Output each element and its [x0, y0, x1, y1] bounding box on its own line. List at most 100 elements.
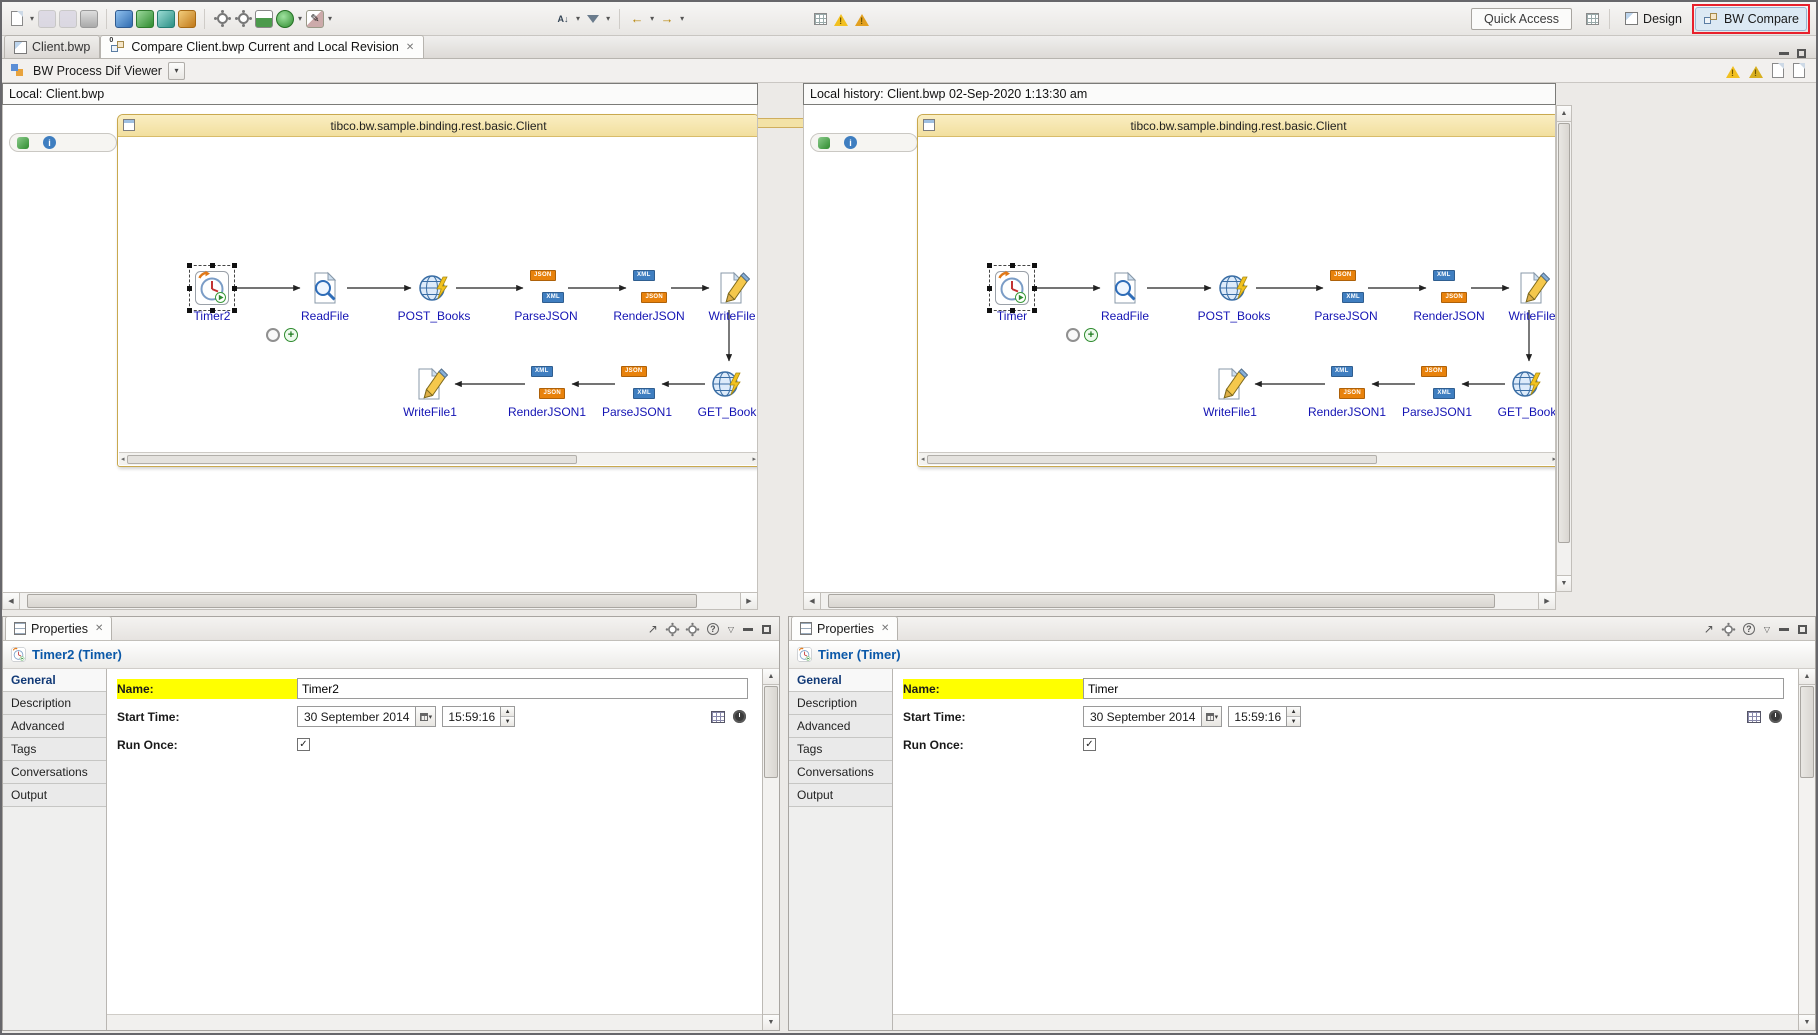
activity-node-parsejson1[interactable]: JSONXML ParseJSON1 — [1395, 366, 1479, 419]
forward-icon[interactable]: → — [658, 10, 676, 28]
scroll-up-icon[interactable]: ▲ — [763, 669, 779, 685]
activity-node-writefile1[interactable]: WriteFile1 — [388, 366, 472, 419]
minimize-icon[interactable] — [743, 628, 753, 631]
activity-node-post-books[interactable]: POST_Books — [392, 270, 476, 323]
section-advanced[interactable]: Advanced — [3, 715, 106, 738]
scroll-left-icon[interactable]: ◀ — [804, 593, 821, 609]
name-input[interactable] — [297, 678, 748, 699]
process-title-bar[interactable]: tibco.bw.sample.binding.rest.basic.Clien… — [118, 115, 758, 137]
help-icon[interactable]: ? — [707, 623, 719, 635]
scrollbar-thumb[interactable] — [927, 455, 1378, 464]
design-perspective-button[interactable]: Design — [1618, 7, 1689, 31]
section-conversations[interactable]: Conversations — [3, 761, 106, 784]
bw-compare-perspective-button[interactable]: BW Compare — [1695, 7, 1807, 31]
name-input[interactable] — [1083, 678, 1784, 699]
maximize-icon[interactable] — [762, 625, 771, 634]
section-output[interactable]: Output — [789, 784, 892, 807]
coverage-chart-icon[interactable] — [255, 10, 273, 28]
problems-marker-icon[interactable] — [853, 10, 871, 28]
forward-dropdown-icon[interactable]: ▾ — [680, 14, 684, 23]
new-wizard-dropdown-icon[interactable]: ▾ — [30, 14, 34, 23]
activity-node-timer[interactable]: Timer — [970, 270, 1054, 323]
preferences-gear-icon[interactable] — [213, 10, 231, 28]
new-bw-module-icon[interactable] — [136, 10, 154, 28]
activity-node-post-books[interactable]: POST_Books — [1192, 270, 1276, 323]
activity-node-parsejson[interactable]: JSONXML ParseJSON — [1304, 270, 1388, 323]
sort-dropdown-icon[interactable]: ▾ — [576, 14, 580, 23]
view-menu-icon[interactable]: ▽ — [728, 625, 734, 634]
spin-up-icon[interactable]: ▲ — [1287, 707, 1300, 717]
process-title-bar[interactable]: tibco.bw.sample.binding.rest.basic.Clien… — [918, 115, 1556, 137]
scrollbar-track[interactable] — [1799, 685, 1815, 1014]
section-general[interactable]: General — [3, 669, 106, 692]
scroll-up-icon[interactable]: ▲ — [1799, 669, 1815, 685]
activity-node-readfile[interactable]: ReadFile — [283, 270, 367, 323]
save-icon[interactable] — [38, 10, 56, 28]
detach-view-icon[interactable]: ↗ — [1704, 622, 1714, 636]
run-dropdown-icon[interactable]: ▾ — [298, 14, 302, 23]
activity-node-get-book[interactable]: GET_Book — [1485, 366, 1556, 419]
minimize-icon[interactable] — [1779, 52, 1789, 55]
warning-marker-icon[interactable] — [832, 10, 850, 28]
time-spinner[interactable]: 15:59:16 ▲▼ — [442, 706, 515, 727]
next-difference-icon[interactable] — [1726, 59, 1740, 78]
import-icon[interactable] — [178, 10, 196, 28]
link-decorator-icon[interactable] — [1066, 328, 1080, 342]
activity-node-get-book[interactable]: GET_Book — [685, 366, 758, 419]
external-tools-gear-icon[interactable] — [234, 10, 252, 28]
spin-up-icon[interactable]: ▲ — [501, 707, 514, 717]
scrollbar-track[interactable] — [821, 593, 1538, 609]
section-description[interactable]: Description — [789, 692, 892, 715]
filter-icon[interactable] — [584, 10, 602, 28]
scrollbar-thumb[interactable] — [828, 594, 1495, 608]
maximize-icon[interactable] — [1797, 49, 1806, 58]
scroll-right-icon[interactable]: ▸ — [1552, 455, 1556, 463]
maximize-icon[interactable] — [1798, 625, 1807, 634]
back-dropdown-icon[interactable]: ▾ — [650, 14, 654, 23]
run-once-checkbox[interactable]: ✓ — [297, 738, 310, 751]
scrollbar-thumb[interactable] — [764, 686, 778, 778]
activity-node-readfile[interactable]: ReadFile — [1083, 270, 1167, 323]
print-icon[interactable] — [80, 10, 98, 28]
scroll-right-icon[interactable]: ▶ — [740, 593, 757, 609]
activity-node-renderjson[interactable]: XMLJSON RenderJSON — [1407, 270, 1491, 323]
clock-icon[interactable] — [733, 710, 746, 723]
scrollbar-thumb[interactable] — [1558, 123, 1570, 543]
calendar-dropdown-button[interactable]: ▾ — [1201, 707, 1221, 726]
activity-node-timer[interactable]: Timer2 — [170, 270, 254, 323]
history-diagram-pane[interactable]: i tibco.bw.sample.binding.rest.basic.Cli… — [803, 105, 1556, 592]
process-canvas[interactable]: Timer2 ReadFile POST_Books JSONXML Parse… — [118, 137, 758, 454]
left-horizontal-scrollbar[interactable]: ◀ ▶ — [2, 592, 758, 610]
view-menu-icon[interactable]: ▽ — [1764, 625, 1770, 634]
sort-icon[interactable]: A↓ — [554, 10, 572, 28]
activity-node-writefile1[interactable]: WriteFile1 — [1188, 366, 1272, 419]
link-editor-icon[interactable] — [688, 625, 697, 634]
properties-tab[interactable]: Properties ✕ — [791, 616, 898, 640]
scrollbar-track[interactable] — [20, 593, 740, 609]
close-icon[interactable]: ✕ — [881, 623, 889, 634]
viewer-dropdown-button[interactable]: ▾ — [168, 62, 185, 80]
copy-all-right-to-left-icon[interactable] — [1793, 63, 1805, 78]
close-icon[interactable]: ✕ — [95, 623, 103, 634]
module-property-icon[interactable] — [1747, 711, 1761, 723]
scroll-left-icon[interactable]: ◂ — [921, 455, 925, 463]
compare-vertical-scrollbar[interactable]: ▲ ▼ — [1556, 105, 1572, 592]
link-decorator-icon[interactable] — [266, 328, 280, 342]
perspective-grid-icon[interactable] — [1583, 10, 1601, 28]
right-horizontal-scrollbar[interactable]: ◀ ▶ — [803, 592, 1556, 610]
date-picker[interactable]: 30 September 2014 ▾ — [1083, 706, 1222, 727]
scroll-right-icon[interactable]: ▶ — [1538, 593, 1555, 609]
debug-dropdown-icon[interactable]: ▾ — [328, 14, 332, 23]
tab-compare-revision[interactable]: 0 Compare Client.bwp Current and Local R… — [100, 35, 424, 58]
clock-icon[interactable] — [1769, 710, 1782, 723]
process-canvas[interactable]: Timer ReadFile POST_Books JSONXML ParseJ… — [918, 137, 1556, 454]
properties-vertical-scrollbar[interactable]: ▲ ▼ — [1798, 669, 1815, 1030]
module-property-icon[interactable] — [711, 711, 725, 723]
help-icon[interactable]: ? — [1743, 623, 1755, 635]
scrollbar-track[interactable] — [763, 685, 779, 1014]
process-horizontal-scrollbar[interactable]: ◂ ▸ — [919, 452, 1556, 465]
section-tags[interactable]: Tags — [789, 738, 892, 761]
activity-node-writefile[interactable]: WriteFile — [1490, 270, 1556, 323]
table-icon[interactable] — [811, 10, 829, 28]
new-process-icon[interactable] — [157, 10, 175, 28]
